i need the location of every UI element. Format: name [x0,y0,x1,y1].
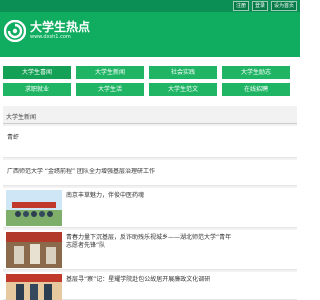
register-link[interactable]: 注册 [232,1,249,11]
news-item-title: 青虾 [7,134,20,141]
news-thumbnail[interactable] [6,190,62,226]
section-title: 大学生新闻 [6,114,37,121]
divider [3,123,297,124]
nav-item-campus-life[interactable]: 大学生活 [76,83,144,96]
site-header: 大学生热点 www.dxsh1.com [0,12,300,57]
nav-item-student-news[interactable]: 大学生新闻 [76,66,144,79]
logo-title: 大学生热点 [30,20,91,34]
news-item-title: 基层寻“察”记：星耀学院赴包公故居开展廉政文化调研 [66,276,211,283]
top-links: 注册 登录 设为首页 [232,1,297,11]
list-item[interactable]: 青春力量下沉基层，反诈助残乐视城乡——湖北师范大学“青年志愿者先锋”队 [3,230,297,270]
list-item[interactable]: 南京丰草魅力，伴俊中医药魂 [3,188,297,228]
list-item[interactable]: 基层寻“察”记：星耀学院赴包公故居开展廉政文化调研 [3,272,297,300]
main-nav: 大学生喜闻 大学生新闻 社会实践 大学生励志 求职就业 大学生活 大学生范文 在… [3,64,298,100]
news-section: 大学生新闻 青虾 广西师范大学 “金绣前程” 团队全力增强基层治理研工作 南京丰… [3,106,297,300]
logo-text: 大学生热点 www.dxsh1.com [30,20,90,41]
news-thumbnail[interactable] [6,232,62,268]
nav-item-recruitment[interactable]: 在线招聘 [222,83,290,96]
list-item[interactable]: 广西师范大学 “金绣前程” 团队全力增强基层治理研工作 [3,160,297,186]
news-item-title: 青春力量下沉基层，反诈助残乐视城乡——湖北师范大学“青年志愿者先锋”队 [66,234,232,249]
news-item-title: 广西师范大学 “金绣前程” 团队全力增强基层治理研工作 [7,168,156,175]
nav-item-essays[interactable]: 大学生范文 [149,83,217,96]
set-homepage-link[interactable]: 设为首页 [270,1,297,11]
nav-item-careers[interactable]: 求职就业 [3,83,71,96]
login-link[interactable]: 登录 [251,1,268,11]
logo-subtitle: www.dxsh1.com [30,34,71,40]
nav-item-hot-news[interactable]: 大学生喜闻 [3,66,71,79]
news-thumbnail[interactable] [6,274,62,300]
site-logo[interactable]: 大学生热点 www.dxsh1.com [4,20,90,50]
top-bar: 注册 登录 设为首页 [0,0,300,12]
spiral-logo-icon [4,20,26,42]
nav-item-social-practice[interactable]: 社会实践 [149,66,217,79]
nav-item-inspiration[interactable]: 大学生励志 [222,66,290,79]
list-item[interactable]: 青虾 [3,126,297,158]
news-item-title: 南京丰草魅力，伴俊中医药魂 [66,192,145,199]
